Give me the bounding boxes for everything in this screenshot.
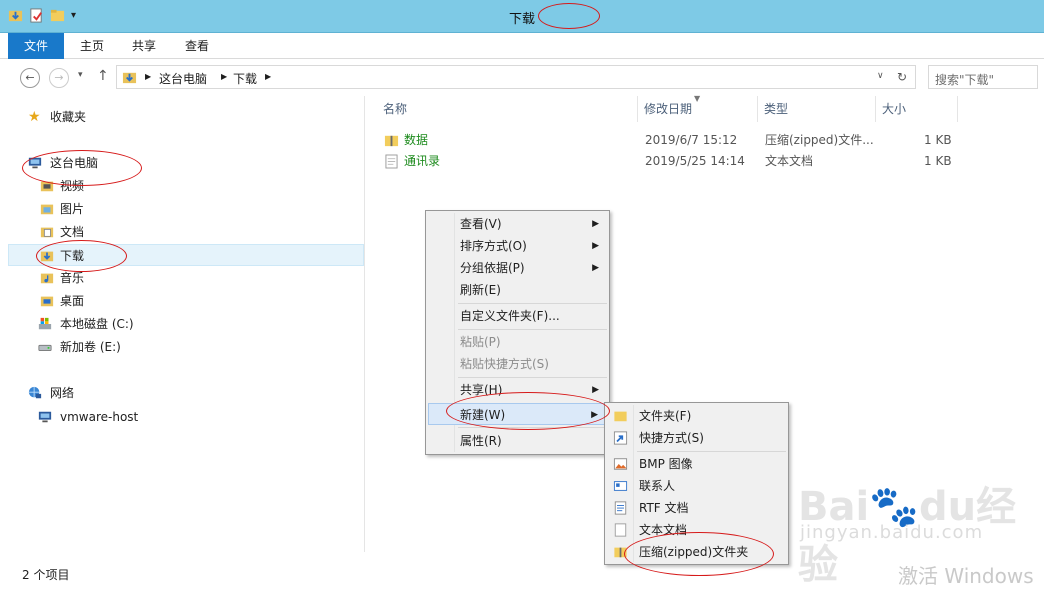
menu-separator: [458, 377, 607, 378]
file-type: 压缩(zipped)文件...: [765, 133, 874, 147]
breadcrumb-separator-icon[interactable]: ▶: [221, 72, 227, 81]
menu-item-new-contact[interactable]: 联系人: [607, 475, 786, 497]
sidebar-item-new-volume-e[interactable]: 新加卷 (E:): [8, 336, 364, 358]
back-button[interactable]: ←: [20, 68, 40, 88]
watermark-url: jingyan.baidu.com: [800, 522, 984, 543]
annotation-oval: [538, 3, 600, 29]
rtf-document-icon: [614, 501, 627, 515]
drive-icon: [38, 344, 52, 351]
sidebar-item-pictures[interactable]: 图片: [8, 198, 364, 220]
column-header-name[interactable]: 名称: [377, 96, 638, 122]
file-size: 1 KB: [924, 133, 952, 147]
menu-separator: [637, 451, 786, 452]
file-row[interactable]: 通讯录 2019/5/25 14:14 文本文档 1 KB: [380, 151, 960, 172]
address-dropdown-icon[interactable]: ∨: [877, 71, 884, 81]
sidebar-item-network[interactable]: 网络: [8, 382, 364, 404]
submenu-arrow-icon: ▶: [592, 241, 599, 251]
zip-folder-icon: [384, 135, 399, 147]
shortcut-icon: [613, 431, 628, 445]
menu-item-sort-by[interactable]: 排序方式(O) ▶: [428, 235, 607, 257]
sidebar-item-local-disk-c[interactable]: 本地磁盘 (C:): [8, 313, 364, 335]
submenu-arrow-icon: ▶: [592, 219, 599, 229]
file-type: 文本文档: [765, 154, 814, 168]
tab-share[interactable]: 共享: [122, 33, 166, 59]
refresh-icon[interactable]: ↻: [897, 70, 907, 84]
file-date: 2019/6/7 15:12: [645, 133, 738, 147]
annotation-oval: [36, 240, 127, 272]
submenu-arrow-icon: ▶: [592, 385, 599, 395]
annotation-oval: [22, 150, 142, 186]
forward-button[interactable]: →: [49, 68, 69, 88]
system-drive-icon: [38, 317, 52, 330]
recent-locations-icon[interactable]: ▾: [78, 70, 83, 80]
breadcrumb-separator-icon[interactable]: ▶: [145, 72, 151, 81]
address-bar[interactable]: ▶ 这台电脑 ▶ 下载 ▶ ∨ ↻: [116, 65, 916, 89]
menu-item-paste-shortcut[interactable]: 粘贴快捷方式(S): [428, 353, 607, 375]
annotation-oval: [624, 532, 774, 576]
menu-item-new-rtf[interactable]: RTF 文档: [607, 497, 786, 519]
menu-item-customize-folder[interactable]: 自定义文件夹(F)...: [428, 305, 607, 327]
menu-item-group-by[interactable]: 分组依据(P) ▶: [428, 257, 607, 279]
tab-file[interactable]: 文件: [8, 33, 64, 59]
menu-separator: [458, 303, 607, 304]
menu-item-new-shortcut[interactable]: 快捷方式(S): [607, 427, 786, 449]
status-item-count: 2 个项目: [22, 568, 70, 582]
sidebar-item-desktop[interactable]: 桌面: [8, 290, 364, 312]
column-header-type[interactable]: 类型: [758, 96, 876, 122]
ribbon: 文件 主页 共享 查看: [0, 33, 1044, 59]
menu-item-new-bmp[interactable]: BMP 图像: [607, 453, 786, 475]
submenu-arrow-icon: ▶: [592, 263, 599, 273]
file-name: 数据: [404, 133, 429, 147]
tab-view[interactable]: 查看: [175, 33, 219, 59]
pane-divider[interactable]: [364, 96, 365, 552]
pictures-folder-icon: [40, 204, 54, 215]
search-input[interactable]: 搜索"下载": [928, 65, 1038, 89]
music-folder-icon: [40, 273, 54, 284]
file-name: 通讯录: [404, 154, 441, 168]
contact-card-icon: [613, 481, 628, 491]
title-bar: ▾ 下载: [0, 0, 1044, 33]
breadcrumb-separator-icon[interactable]: ▶: [265, 72, 271, 81]
activate-windows-text: 激活 Windows: [898, 564, 1034, 588]
download-folder-icon: [122, 72, 137, 84]
window-title: 下载: [508, 12, 535, 27]
breadcrumb-this-pc[interactable]: 这台电脑: [159, 70, 207, 87]
menu-item-refresh[interactable]: 刷新(E): [428, 279, 607, 301]
text-file-icon: [614, 523, 627, 537]
desktop-folder-icon: [40, 296, 54, 307]
computer-icon: [38, 411, 52, 423]
folder-icon: [614, 411, 627, 422]
menu-item-paste[interactable]: 粘贴(P): [428, 331, 607, 353]
network-icon: [28, 386, 42, 399]
annotation-oval: [446, 392, 610, 430]
file-row[interactable]: 数据 2019/6/7 15:12 压缩(zipped)文件... 1 KB: [380, 130, 960, 151]
file-size: 1 KB: [924, 154, 952, 168]
tab-home[interactable]: 主页: [70, 33, 114, 59]
menu-item-new-folder[interactable]: 文件夹(F): [607, 405, 786, 427]
column-header-size[interactable]: 大小: [876, 96, 958, 122]
documents-folder-icon: [40, 227, 54, 238]
sidebar-item-documents[interactable]: 文档: [8, 221, 364, 243]
menu-item-properties[interactable]: 属性(R): [428, 430, 607, 452]
menu-separator: [458, 329, 607, 330]
bitmap-image-icon: [613, 458, 628, 470]
sidebar-item-vmware-host[interactable]: vmware-host: [8, 406, 364, 428]
text-file-icon: [385, 154, 398, 169]
up-arrow-icon[interactable]: ↑: [97, 68, 109, 84]
star-icon: ★: [28, 109, 41, 125]
file-date: 2019/5/25 14:14: [645, 154, 745, 168]
breadcrumb-downloads[interactable]: 下载: [233, 70, 257, 87]
sidebar-item-favorites[interactable]: ★ 收藏夹: [8, 106, 364, 128]
menu-item-view[interactable]: 查看(V) ▶: [428, 213, 607, 235]
sort-arrow-icon: ▼: [694, 94, 701, 103]
